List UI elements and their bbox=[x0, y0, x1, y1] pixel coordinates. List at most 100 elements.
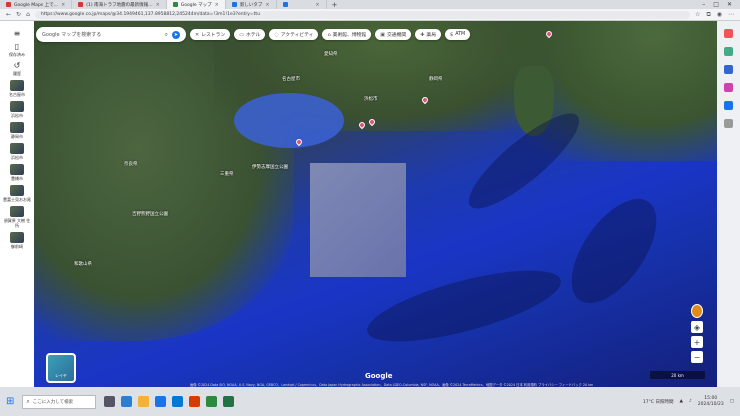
scale-bar[interactable]: 20 km bbox=[650, 371, 705, 379]
zoom-in-button[interactable]: + bbox=[691, 336, 703, 348]
place-label[interactable]: 静岡県 bbox=[429, 76, 443, 82]
url-field[interactable]: https://www.google.co.jp/maps/@34.194946… bbox=[34, 10, 691, 19]
chip-restaurant[interactable]: ✕ レストラン bbox=[190, 29, 231, 40]
excel-icon[interactable] bbox=[223, 396, 235, 407]
app-icon[interactable] bbox=[724, 47, 733, 56]
sidebar-item-label: 浜松市 bbox=[11, 155, 23, 160]
clock[interactable]: 15:00 2024/10/23 bbox=[698, 396, 724, 408]
bed-icon: ▭ bbox=[239, 31, 244, 38]
browser-tab[interactable]: Google Maps 上で… × bbox=[0, 0, 73, 9]
star-icon[interactable]: ☆ bbox=[695, 11, 700, 19]
place-label[interactable]: 浜松市 bbox=[364, 96, 378, 102]
sidebar-item-recent[interactable]: 名古屋市 bbox=[2, 80, 32, 97]
blurred-region bbox=[310, 163, 406, 277]
task-view-icon[interactable] bbox=[104, 396, 116, 407]
app-icon[interactable] bbox=[724, 83, 733, 92]
chip-pharmacy[interactable]: ✚ 薬局 bbox=[415, 29, 442, 40]
map-controls: ◈ + − bbox=[690, 304, 704, 363]
category-chips: ✕ レストラン ▭ ホテル ◌ アクティビティ ⌂ 美術館、博物館 ▣ 交通機関… bbox=[190, 29, 471, 40]
chip-label: ATM bbox=[455, 32, 466, 37]
minimize-button[interactable]: – bbox=[702, 1, 705, 8]
chip-label: 美術館、博物館 bbox=[332, 33, 367, 38]
zoom-out-button[interactable]: − bbox=[691, 351, 703, 363]
reload-button[interactable]: ↻ bbox=[16, 11, 21, 18]
close-tab-icon[interactable]: × bbox=[61, 2, 65, 8]
back-button[interactable]: ← bbox=[6, 11, 11, 18]
menu-button[interactable]: ≡ bbox=[2, 29, 32, 38]
place-label[interactable]: 名古屋市 bbox=[282, 76, 300, 82]
place-label[interactable]: 愛知県 bbox=[324, 51, 338, 57]
mail-icon[interactable] bbox=[155, 396, 167, 407]
place-thumbnail bbox=[10, 101, 24, 112]
chip-museum[interactable]: ⌂ 美術館、博物館 bbox=[322, 29, 372, 40]
sidebar-item-label: 名古屋市 bbox=[9, 92, 25, 97]
place-label[interactable]: 和歌山県 bbox=[74, 261, 92, 267]
sidebar-item-recent[interactable]: 豊橋市 bbox=[2, 164, 32, 181]
favicon-icon bbox=[282, 2, 288, 7]
layers-label: レイヤ bbox=[55, 373, 67, 378]
layers-button[interactable]: レイヤ bbox=[46, 353, 76, 383]
favicon-icon bbox=[172, 2, 178, 7]
app-icon[interactable] bbox=[724, 101, 733, 110]
more-icon[interactable]: ⋯ bbox=[728, 11, 734, 19]
chip-activity[interactable]: ◌ アクティビティ bbox=[269, 29, 319, 40]
close-tab-icon[interactable]: × bbox=[265, 2, 269, 8]
chip-atm[interactable]: $ ATM bbox=[445, 29, 471, 40]
sidebar-item-label: 須賀原 大樹 住所 bbox=[3, 218, 31, 228]
new-tab-button[interactable]: + bbox=[327, 1, 343, 9]
sidebar-item-recent[interactable]: 須賀原 大樹 住所 bbox=[2, 206, 32, 228]
app-icon[interactable] bbox=[724, 29, 733, 38]
sidebar-item-recent[interactable]: 静岡市 bbox=[2, 122, 32, 139]
search-icon[interactable]: ⌕ bbox=[165, 31, 168, 39]
store-icon[interactable] bbox=[172, 396, 184, 407]
place-label[interactable]: 伊勢志摩国立公園 bbox=[252, 164, 288, 170]
maps-search-box[interactable]: Google マップを検索する ⌕ ➤ bbox=[36, 27, 186, 42]
office-icon[interactable] bbox=[189, 396, 201, 407]
chip-transit[interactable]: ▣ 交通機関 bbox=[375, 29, 412, 40]
home-button[interactable]: ⌂ bbox=[26, 11, 30, 18]
fork-knife-icon: ✕ bbox=[195, 31, 200, 38]
sidebar-item-recent[interactable]: 浜松市 bbox=[2, 143, 32, 160]
browser-tab[interactable]: (1) 南海トラフ地震の最新情報… × bbox=[72, 0, 167, 9]
directions-icon[interactable]: ➤ bbox=[172, 30, 180, 39]
place-thumbnail bbox=[10, 143, 24, 154]
browser-tab-active[interactable]: Google マップ × bbox=[166, 0, 226, 9]
history-icon: ↺ bbox=[13, 61, 21, 70]
sidebar-item-recent[interactable]: 浜松市 bbox=[2, 101, 32, 118]
street-view-pegman-icon[interactable] bbox=[691, 304, 703, 318]
museum-icon: ⌂ bbox=[327, 31, 331, 38]
sidebar-item-history[interactable]: ↺ 履歴 bbox=[2, 61, 32, 76]
edge-icon[interactable] bbox=[121, 396, 133, 407]
sidebar-item-saved[interactable]: ▯ 保存済み bbox=[2, 42, 32, 57]
place-label[interactable]: 奈良県 bbox=[124, 161, 138, 167]
system-tray: 17°C 日照時間 ▲ ♪ 15:00 2024/10/23 ▢ bbox=[643, 396, 734, 408]
close-window-button[interactable]: ✕ bbox=[727, 1, 732, 8]
maximize-button[interactable]: □ bbox=[713, 1, 719, 8]
chrome-icon[interactable] bbox=[206, 396, 218, 407]
weather-text[interactable]: 17°C 日照時間 bbox=[643, 399, 674, 405]
file-explorer-icon[interactable] bbox=[138, 396, 150, 407]
search-input[interactable]: Google マップを検索する bbox=[42, 31, 161, 38]
windows-start-icon[interactable]: ⊞ bbox=[6, 396, 14, 407]
taskbar-search-input[interactable]: ここに入力して検索 bbox=[33, 399, 73, 405]
browser-tab[interactable]: 新しいタブ × bbox=[226, 0, 277, 9]
sidebar-item-recent[interactable]: 豊富士見おお尾 bbox=[2, 185, 32, 202]
extensions-icon[interactable]: ⧉ bbox=[706, 11, 710, 19]
volume-icon[interactable]: ♪ bbox=[689, 399, 692, 404]
compass-icon[interactable]: ◈ bbox=[691, 321, 703, 333]
chip-hotel[interactable]: ▭ ホテル bbox=[234, 29, 266, 40]
browser-tab[interactable]: × bbox=[277, 0, 327, 9]
profile-icon[interactable]: ◉ bbox=[717, 11, 722, 19]
close-tab-icon[interactable]: × bbox=[315, 2, 319, 8]
close-tab-icon[interactable]: × bbox=[215, 2, 219, 8]
notification-icon[interactable]: ▢ bbox=[730, 399, 734, 404]
place-label[interactable]: 吉野熊野国立公園 bbox=[132, 211, 168, 217]
satellite-map[interactable]: 愛知県 静岡県 三重県 奈良県 和歌山県 伊勢志摩国立公園 吉野熊野国立公園 浜… bbox=[34, 21, 717, 387]
app-icon[interactable] bbox=[724, 65, 733, 74]
taskbar-search[interactable]: ⌕ ここに入力して検索 bbox=[22, 394, 97, 409]
settings-icon[interactable] bbox=[724, 119, 733, 128]
sidebar-item-recent[interactable]: 御前崎 bbox=[2, 232, 32, 249]
place-label[interactable]: 三重県 bbox=[220, 171, 234, 177]
network-icon[interactable]: ▲ bbox=[679, 399, 682, 404]
close-tab-icon[interactable]: × bbox=[156, 2, 160, 8]
